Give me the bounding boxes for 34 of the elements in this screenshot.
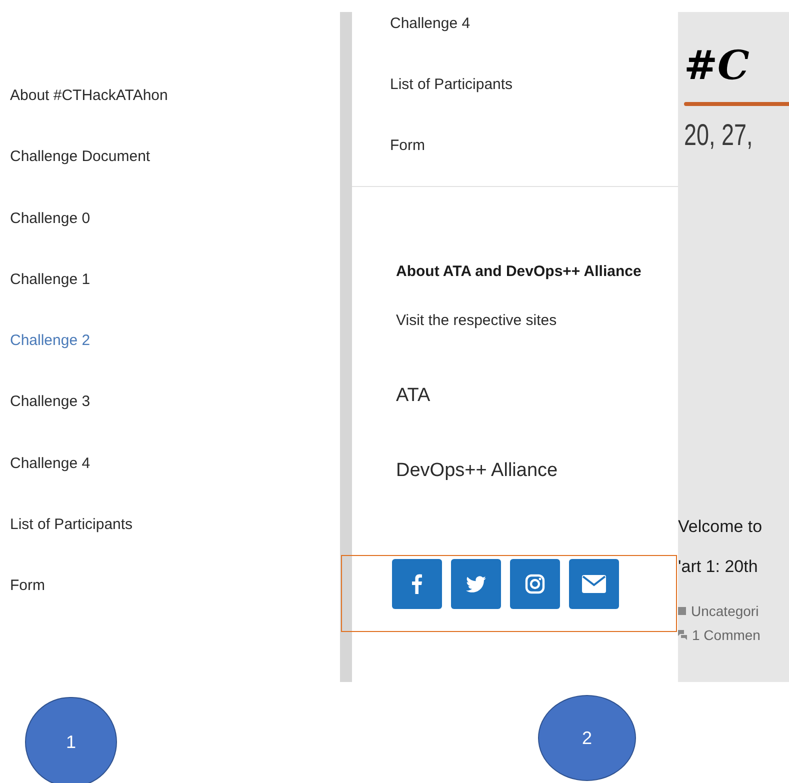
comment-icon (678, 630, 687, 640)
category-link[interactable]: Uncategori (691, 601, 759, 621)
menu-link[interactable]: Challenge 3 (0, 390, 330, 452)
post-text: Velcome to (678, 516, 764, 538)
menu-link[interactable]: About #CTHackATAhon (0, 84, 330, 146)
menu-link[interactable]: Challenge 0 (0, 206, 330, 268)
widget-link[interactable]: ATA (396, 383, 430, 409)
menu-link[interactable]: List of Participants (0, 513, 330, 574)
menu-link[interactable]: Challenge 4 (0, 452, 330, 514)
facebook-button[interactable] (392, 559, 442, 609)
callout-marker: 2 (538, 695, 636, 781)
instagram-button[interactable] (510, 559, 560, 609)
menu-link[interactable]: Challenge 4 (390, 13, 470, 35)
envelope-icon (582, 575, 606, 593)
menu-link[interactable]: Form (390, 135, 425, 157)
callout-marker: 1 (25, 697, 117, 783)
menu-link[interactable]: Challenge Document (0, 145, 330, 207)
folder-icon (678, 607, 686, 615)
comments-link[interactable]: 1 Commen (692, 625, 760, 645)
email-button[interactable] (569, 559, 619, 609)
menu-link[interactable]: List of Participants (390, 74, 513, 96)
widget-heading: About ATA and DevOps++ Alliance (396, 262, 642, 282)
menu-link[interactable]: Challenge 1 (0, 268, 330, 330)
facebook-icon (412, 574, 422, 594)
widget-text: Visit the respective sites (396, 311, 558, 331)
menu-link[interactable]: Form (0, 574, 330, 636)
menu-link[interactable]: Challenge 2 (0, 329, 330, 390)
post-text: 'art 1: 20th (678, 556, 759, 578)
bird-icon (466, 576, 486, 592)
banner-title: #C (684, 42, 750, 90)
widget-link[interactable]: DevOps++ Alliance (396, 458, 558, 484)
twitter-button[interactable] (451, 559, 501, 609)
banner-dates: 20, 27, (684, 118, 753, 154)
camera-icon (525, 574, 545, 594)
